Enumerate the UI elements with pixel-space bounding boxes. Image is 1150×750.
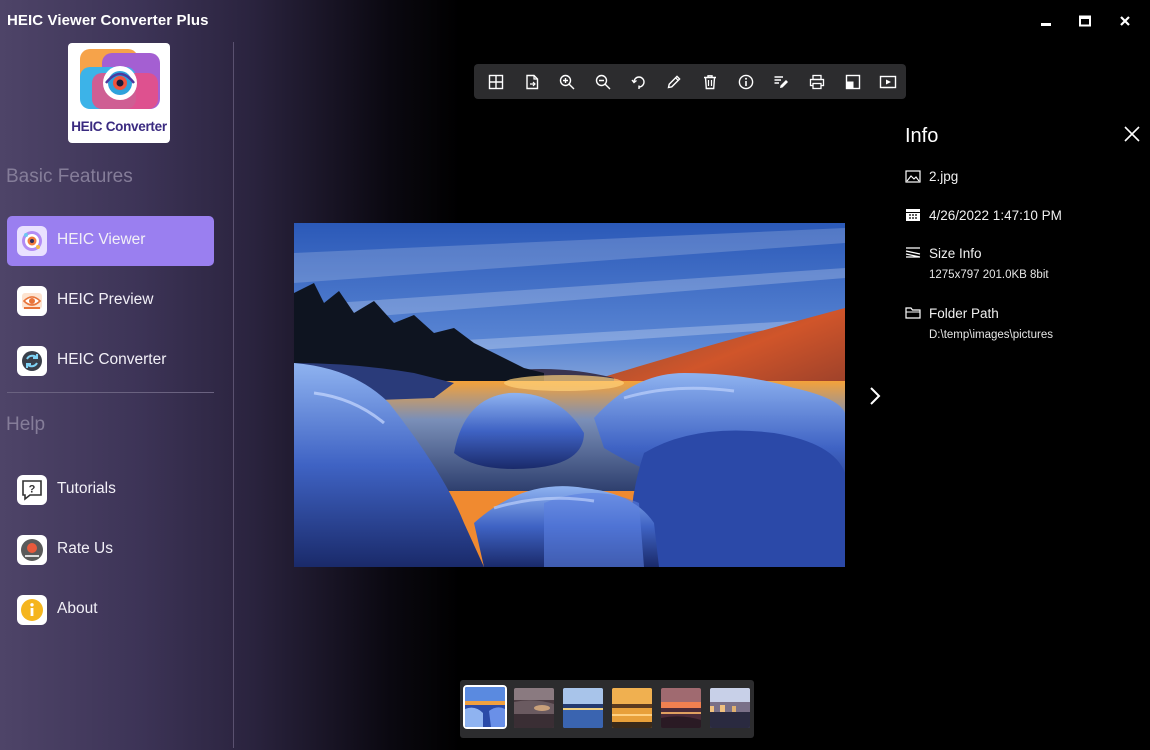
edit-pencil-icon	[667, 74, 681, 88]
nav-label-tutorials: Tutorials	[57, 480, 116, 497]
next-image-button[interactable]	[862, 382, 888, 410]
title-bar: HEIC Viewer Converter Plus	[0, 0, 1150, 42]
info-size-label: Size Info	[929, 246, 982, 261]
app-title: HEIC Viewer Converter Plus	[7, 12, 209, 29]
rename-button[interactable]	[763, 64, 799, 99]
maximize-icon	[1079, 15, 1091, 27]
info-folder-label: Folder Path	[929, 306, 999, 321]
export-file-icon	[525, 74, 538, 89]
calendar-icon	[906, 209, 920, 221]
nav-heic-converter[interactable]: HEIC Converter	[7, 336, 214, 386]
info-button[interactable]	[728, 64, 764, 99]
thumbnail-6[interactable]	[710, 688, 750, 728]
nav-label-heic-preview: HEIC Preview	[57, 291, 154, 308]
svg-text:?: ?	[29, 484, 36, 496]
info-size-value: 1275x797 201.0KB 8bit	[929, 269, 1049, 281]
thumbnail-4[interactable]	[612, 688, 652, 728]
set-wallpaper-icon	[845, 74, 860, 89]
main-image-landscape	[294, 223, 845, 567]
thumbnail-1[interactable]	[463, 685, 507, 729]
nav-rate-us[interactable]: Rate Us	[7, 525, 214, 575]
slideshow-button[interactable]	[870, 64, 906, 99]
app-logo: HEIC Converter	[68, 43, 170, 143]
rename-icon	[774, 75, 789, 88]
info-file-name: 2.jpg	[929, 169, 959, 184]
logo-text: HEIC Converter	[71, 119, 167, 134]
thumbnail-5[interactable]	[661, 688, 701, 728]
nav-label-heic-viewer: HEIC Viewer	[57, 231, 146, 248]
viewer-icon	[17, 226, 47, 256]
rotate-icon	[630, 75, 645, 89]
minimize-button[interactable]	[1026, 8, 1066, 34]
sidebar: HEIC Converter Basic Features HEIC Viewe…	[0, 42, 232, 750]
rotate-button[interactable]	[621, 64, 657, 99]
print-icon	[809, 74, 825, 89]
maximize-button[interactable]	[1065, 8, 1105, 34]
nav-about[interactable]: About	[7, 585, 214, 635]
delete-trash-icon	[703, 74, 716, 89]
app-window: HEIC Viewer Converter Plus HEIC Converte…	[0, 0, 1150, 750]
info-date: 4/26/2022 1:47:10 PM	[929, 208, 1062, 223]
sidebar-divider	[7, 392, 214, 393]
converter-cycle-icon	[17, 346, 47, 376]
delete-button[interactable]	[692, 64, 728, 99]
export-file-button[interactable]	[514, 64, 550, 99]
sidebar-border	[233, 42, 234, 748]
zoom-out-icon	[595, 74, 611, 89]
info-panel: Info 2.jpg 4/26/2022 1:47:10 PM Size Inf…	[890, 110, 1150, 370]
tutorial-question-icon: ?	[17, 475, 47, 505]
print-button[interactable]	[799, 64, 835, 99]
about-info-icon	[17, 595, 47, 625]
thumbnail-2[interactable]	[514, 688, 554, 728]
image-toolbar	[474, 64, 906, 99]
info-folder-value: D:\temp\images\pictures	[929, 329, 1053, 341]
zoom-in-button[interactable]	[549, 64, 585, 99]
size-layers-icon	[905, 247, 921, 258]
thumbnail-3[interactable]	[563, 688, 603, 728]
folder-icon	[905, 307, 921, 319]
slideshow-icon	[880, 75, 897, 88]
nav-heic-viewer[interactable]: HEIC Viewer	[7, 216, 214, 266]
nav-label-rate-us: Rate Us	[57, 540, 113, 557]
zoom-out-button[interactable]	[585, 64, 621, 99]
nav-label-about: About	[57, 600, 98, 617]
preview-eye-icon	[17, 286, 47, 316]
close-icon	[1120, 16, 1130, 26]
minimize-icon	[1041, 23, 1051, 26]
info-title: Info	[905, 125, 939, 147]
info-close-button[interactable]	[1120, 122, 1144, 146]
set-wallpaper-button[interactable]	[835, 64, 871, 99]
nav-tutorials[interactable]: ? Tutorials	[7, 465, 214, 515]
image-file-icon	[905, 170, 921, 183]
grid-view-button[interactable]	[478, 64, 514, 99]
app-logo-icon	[80, 49, 160, 109]
nav-label-heic-converter: HEIC Converter	[57, 351, 167, 368]
rate-us-icon	[17, 535, 47, 565]
zoom-in-icon	[559, 74, 575, 89]
close-window-button[interactable]	[1105, 8, 1145, 34]
chevron-right-icon	[870, 387, 881, 405]
grid-icon	[488, 74, 504, 89]
info-icon	[738, 74, 753, 89]
section-help: Help	[6, 414, 46, 435]
close-icon	[1124, 126, 1140, 142]
nav-heic-preview[interactable]: HEIC Preview	[7, 276, 214, 326]
thumbnail-strip	[460, 680, 754, 738]
section-basic-features: Basic Features	[6, 166, 133, 187]
edit-button[interactable]	[656, 64, 692, 99]
